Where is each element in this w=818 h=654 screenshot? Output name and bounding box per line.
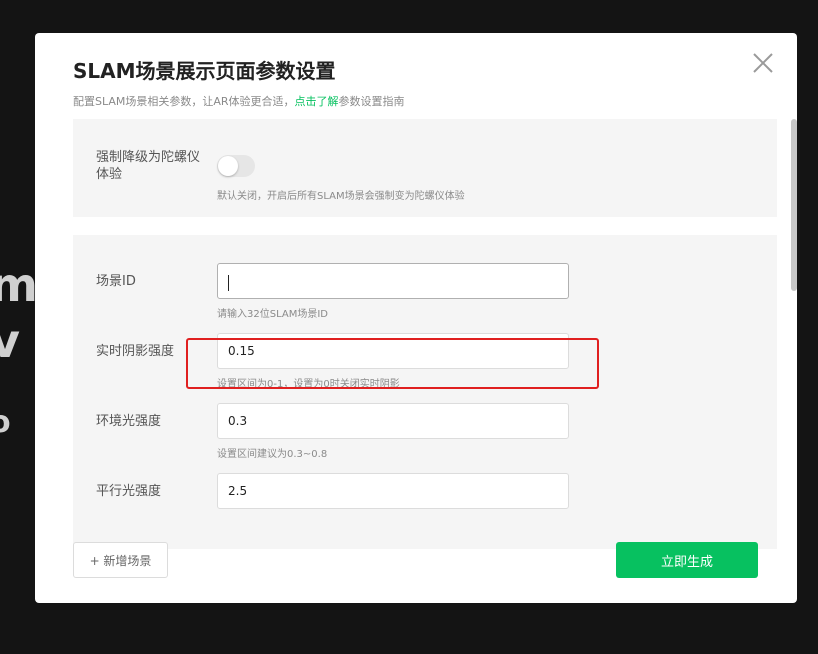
settings-modal: SLAM场景展示页面参数设置 配置SLAM场景相关参数，让AR体验更合适，点击了… [35, 33, 797, 603]
background-text-2: v [0, 314, 20, 368]
ambient-light-label: 环境光强度 [96, 414, 162, 429]
shadow-strength-input[interactable] [217, 333, 569, 369]
guide-link[interactable]: 点击了解 [295, 95, 339, 108]
ambient-light-hint: 设置区间建议为0.3~0.8 [217, 449, 328, 460]
text-caret [228, 275, 229, 291]
scene-id-label: 场景ID [96, 274, 136, 289]
directional-light-label: 平行光强度 [96, 484, 162, 499]
modal-subtitle: 配置SLAM场景相关参数，让AR体验更合适，点击了解参数设置指南 [73, 93, 405, 109]
scene-section: 场景ID 请输入32位SLAM场景ID 实时阴影强度 设置区间为0-1，设置为0… [73, 235, 777, 549]
scene-id-input[interactable] [217, 263, 569, 299]
close-button[interactable] [749, 49, 777, 77]
toggle-knob [218, 156, 238, 176]
scrollbar-thumb[interactable] [791, 119, 797, 291]
close-icon [753, 53, 773, 73]
add-scene-button[interactable]: + 新增场景 [73, 542, 168, 578]
subtitle-suffix: 参数设置指南 [338, 95, 405, 108]
gyro-hint: 默认关闭，开启后所有SLAM场景会强制变为陀螺仪体验 [217, 191, 465, 202]
scene-id-hint: 请输入32位SLAM场景ID [217, 309, 328, 320]
gyro-toggle[interactable] [217, 155, 255, 177]
background-text-1: m [0, 258, 38, 312]
shadow-strength-label: 实时阴影强度 [96, 344, 175, 359]
shadow-strength-hint: 设置区间为0-1，设置为0时关闭实时阴影 [217, 379, 400, 390]
form-scroll-area: 强制降级为陀螺仪体验 默认关闭，开启后所有SLAM场景会强制变为陀螺仪体验 场景… [35, 119, 797, 549]
ambient-light-input[interactable] [217, 403, 569, 439]
gyro-label: 强制降级为陀螺仪体验 [96, 150, 201, 182]
generate-button[interactable]: 立即生成 [616, 542, 758, 578]
background-text-3: o [0, 405, 11, 440]
gyro-section: 强制降级为陀螺仪体验 默认关闭，开启后所有SLAM场景会强制变为陀螺仪体验 [73, 119, 777, 217]
subtitle-text: 配置SLAM场景相关参数，让AR体验更合适， [73, 95, 295, 108]
modal-title: SLAM场景展示页面参数设置 [73, 59, 336, 83]
directional-light-input[interactable] [217, 473, 569, 509]
